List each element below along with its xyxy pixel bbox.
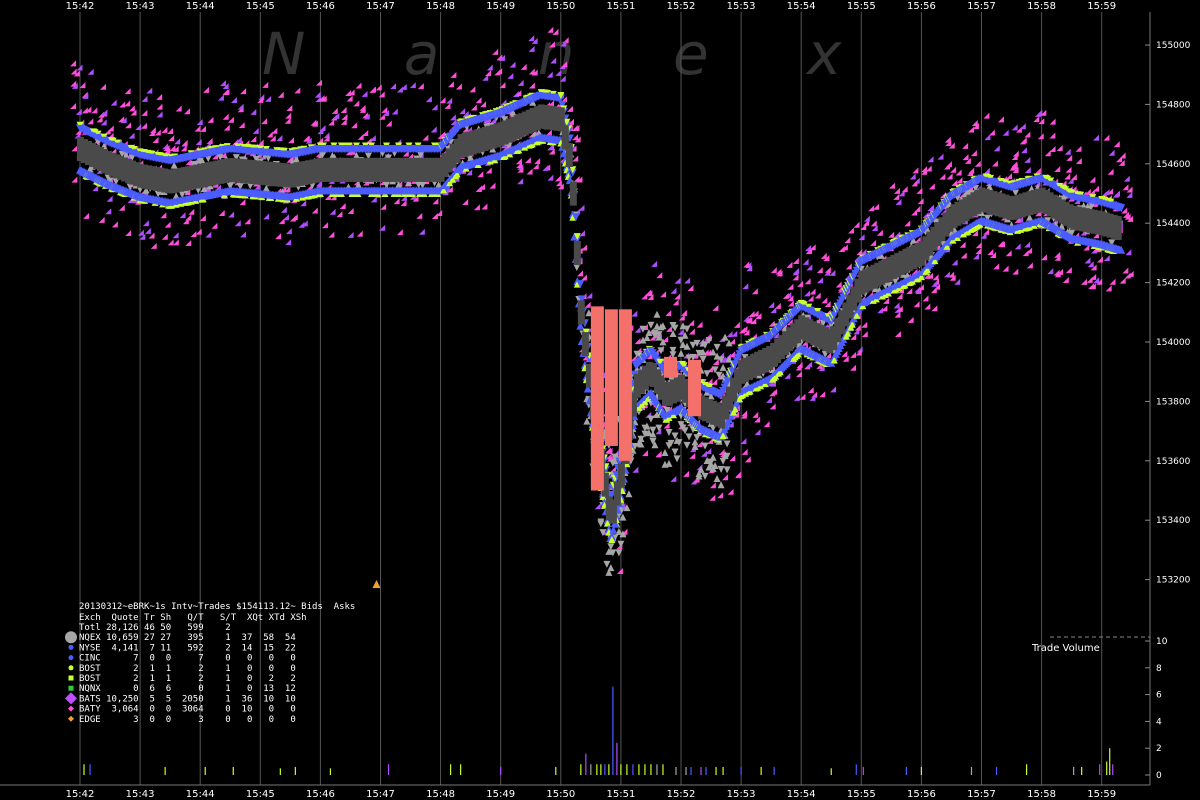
legend-header: Exch Quote Tr Sh Q/T S/T XQt XTd XSh bbox=[79, 613, 307, 623]
bottom-tick-label: 15:48 bbox=[426, 789, 455, 800]
legend-row-text: EDGE 3 0 0 3 0 0 0 0 bbox=[79, 715, 296, 725]
large-trade-bar bbox=[604, 309, 618, 446]
top-tick-label: 15:42 bbox=[66, 1, 95, 12]
price-tick-label: 154800 bbox=[1156, 100, 1191, 110]
top-tick-label: 15:44 bbox=[186, 1, 215, 12]
trade-block bbox=[565, 143, 573, 168]
bottom-tick-label: 15:46 bbox=[306, 789, 335, 800]
bottom-tick-label: 15:54 bbox=[787, 789, 816, 800]
top-tick-label: 15:49 bbox=[486, 1, 515, 12]
nanex-chart: N a n e x 15:42 15:43 15:44 15:45 15:46 15:47… bbox=[0, 0, 1200, 800]
bottom-tick-label: 15:45 bbox=[246, 789, 275, 800]
top-tick-label: 15:56 bbox=[907, 1, 936, 12]
volume-title: Trade Volume bbox=[1031, 643, 1100, 654]
legend-marker bbox=[68, 685, 74, 691]
trade-block bbox=[617, 463, 625, 488]
top-tick-label: 15:48 bbox=[426, 1, 455, 12]
volume-tick-label: 8 bbox=[1156, 664, 1162, 674]
legend-marker bbox=[68, 655, 74, 661]
legend-rows: Totl 28,126 46 50 599 2NQEX 10,659 27 27… bbox=[65, 623, 296, 725]
top-tick-label: 15:54 bbox=[787, 1, 816, 12]
top-tick-label: 15:47 bbox=[366, 1, 395, 12]
legend-marker bbox=[68, 675, 74, 681]
price-tick-label: 154400 bbox=[1156, 219, 1191, 229]
price-tick-label: 153800 bbox=[1156, 397, 1191, 407]
bottom-tick-label: 15:50 bbox=[546, 789, 575, 800]
bottom-tick-label: 15:55 bbox=[847, 789, 876, 800]
watermark: N a n e x bbox=[262, 20, 881, 88]
bottom-tick-label: 15:56 bbox=[907, 789, 936, 800]
trade-block bbox=[573, 241, 581, 266]
trade-block bbox=[581, 332, 589, 357]
legend-title: 20130312~eBRK~1s Intv~Trades $154113.12~… bbox=[79, 602, 355, 612]
top-tick-label: 15:57 bbox=[967, 1, 996, 12]
large-trade-bar bbox=[618, 309, 632, 461]
large-trade-bar bbox=[590, 306, 604, 491]
legend-row-text: BATY 3,064 0 0 3064 0 10 0 0 bbox=[79, 705, 296, 715]
top-tick-label: 15:51 bbox=[606, 1, 635, 12]
price-tick-label: 154600 bbox=[1156, 160, 1191, 170]
price-tick-label: 153200 bbox=[1156, 576, 1191, 586]
legend-row-text: NQEX 10,659 27 27 395 1 37 58 54 bbox=[79, 633, 296, 643]
trade-block bbox=[1114, 216, 1122, 241]
volume-tick-label: 2 bbox=[1156, 744, 1162, 754]
top-tick-label: 15:45 bbox=[246, 1, 275, 12]
bottom-tick-label: 15:51 bbox=[606, 789, 635, 800]
top-tick-label: 15:52 bbox=[667, 1, 696, 12]
top-tick-label: 15:50 bbox=[546, 1, 575, 12]
bottom-tick-label: 15:58 bbox=[1027, 789, 1056, 800]
bottom-tick-label: 15:53 bbox=[727, 789, 756, 800]
top-tick-label: 15:46 bbox=[306, 1, 335, 12]
bottom-tick-label: 15:44 bbox=[186, 789, 215, 800]
legend-row-text: NYSE 4,141 7 11 592 2 14 15 22 bbox=[79, 643, 296, 653]
volume-tick-label: 6 bbox=[1156, 691, 1162, 701]
legend-marker bbox=[65, 631, 77, 644]
price-tick-label: 154200 bbox=[1156, 279, 1191, 289]
top-tick-label: 15:53 bbox=[727, 1, 756, 12]
bottom-tick-label: 15:47 bbox=[366, 789, 395, 800]
legend-row-text: BOST 2 1 1 2 1 0 0 0 bbox=[79, 664, 296, 674]
top-tick-label: 15:55 bbox=[847, 1, 876, 12]
legend-row-text: BOST 2 1 1 2 1 0 2 2 bbox=[79, 674, 296, 684]
large-trade-bar bbox=[688, 359, 702, 417]
volume-tick-label: 4 bbox=[1156, 717, 1162, 727]
volume-tick-label: 0 bbox=[1156, 771, 1162, 781]
bottom-tick-label: 15:42 bbox=[66, 789, 95, 800]
bottom-tick-label: 15:59 bbox=[1087, 789, 1116, 800]
volume-tick-label: 10 bbox=[1156, 637, 1168, 647]
bottom-tick-label: 15:57 bbox=[967, 789, 996, 800]
bottom-tick-label: 15:49 bbox=[486, 789, 515, 800]
legend-row-text: CINC 7 0 0 7 0 0 0 0 bbox=[79, 654, 296, 664]
trade-block bbox=[577, 300, 585, 325]
legend-row-text: BATS 10,250 5 5 2050 1 36 10 10 bbox=[79, 694, 296, 704]
top-tick-label: 15:59 bbox=[1087, 1, 1116, 12]
legend-row-text: Totl 28,126 46 50 599 2 bbox=[79, 623, 231, 633]
price-tick-label: 154000 bbox=[1156, 338, 1191, 348]
legend-marker bbox=[68, 644, 74, 650]
bottom-tick-label: 15:43 bbox=[126, 789, 155, 800]
trade-block bbox=[569, 181, 577, 206]
price-tick-label: 155000 bbox=[1156, 41, 1191, 51]
legend-marker bbox=[68, 665, 74, 671]
bottom-tick-label: 15:52 bbox=[667, 789, 696, 800]
price-tick-label: 153600 bbox=[1156, 457, 1191, 467]
price-tick-label: 153400 bbox=[1156, 516, 1191, 526]
top-tick-label: 15:43 bbox=[126, 1, 155, 12]
large-trade-bar bbox=[663, 356, 677, 378]
legend-row-text: NQNX 0 6 6 0 1 0 13 12 bbox=[79, 684, 296, 694]
top-tick-label: 15:58 bbox=[1027, 1, 1056, 12]
